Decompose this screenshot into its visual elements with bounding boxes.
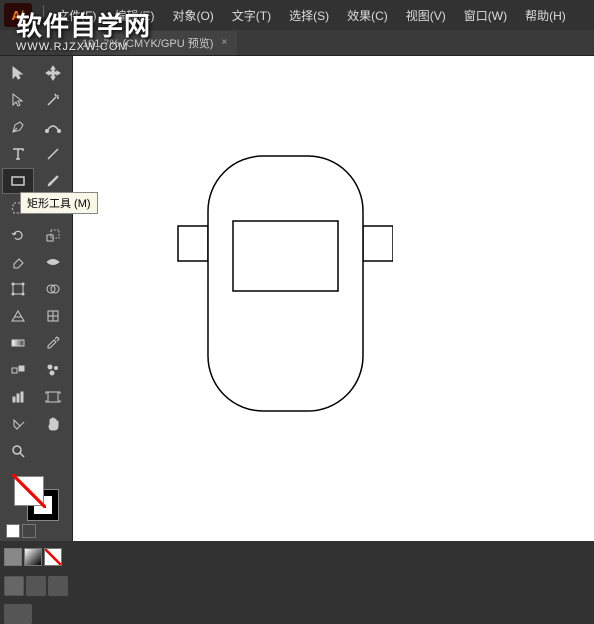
menu-view[interactable]: 视图(V) (398, 3, 454, 28)
tooltip-text: 矩形工具 (M) (27, 198, 91, 210)
curvature-tool[interactable] (37, 114, 69, 140)
menu-object[interactable]: 对象(O) (164, 3, 221, 28)
gradient-tool[interactable] (2, 330, 34, 356)
width-tool[interactable] (37, 249, 69, 275)
screen-mode-icon (4, 604, 32, 624)
tab-label: 101.7% (CMYK/GPU 预览) (82, 35, 213, 51)
zoom-tool[interactable] (2, 438, 34, 464)
app-logo-text: Ai (12, 8, 25, 23)
fill-color[interactable] (14, 476, 44, 506)
hand-tool[interactable] (37, 411, 69, 437)
magic-wand-tool[interactable] (37, 87, 69, 113)
menu-file[interactable]: 文件(F) (49, 3, 104, 28)
draw-behind[interactable] (26, 576, 46, 596)
menu-window[interactable]: 窗口(W) (456, 3, 515, 28)
fill-stroke-swatch[interactable] (14, 476, 58, 520)
draw-normal[interactable] (4, 576, 24, 596)
canvas-artwork (133, 96, 393, 426)
blend-tool[interactable] (2, 357, 34, 383)
tooltip: 矩形工具 (M) (20, 192, 98, 214)
menu-effect[interactable]: 效果(C) (339, 3, 396, 28)
eraser-tool[interactable] (2, 249, 34, 275)
free-transform-tool[interactable] (2, 276, 34, 302)
swap-colors-icon[interactable] (22, 524, 36, 538)
pen-tool[interactable] (2, 114, 34, 140)
rectangle-tool[interactable] (2, 168, 34, 194)
color-mode-none[interactable] (44, 548, 62, 566)
menu-select[interactable]: 选择(S) (281, 3, 337, 28)
line-tool[interactable] (37, 141, 69, 167)
artboard-tool[interactable] (37, 384, 69, 410)
menu-bar: | 文件(F) 编辑(E) 对象(O) 文字(T) 选择(S) 效果(C) 视图… (40, 3, 574, 28)
draw-inside[interactable] (48, 576, 68, 596)
toolbox (0, 56, 72, 541)
move-tool[interactable] (37, 60, 69, 86)
color-section (2, 470, 70, 542)
color-mode-gradient[interactable] (24, 548, 42, 566)
tab-bar: 101.7% (CMYK/GPU 预览) × (0, 30, 594, 56)
screen-mode[interactable] (4, 604, 68, 624)
scale-tool[interactable] (37, 222, 69, 248)
symbol-tool[interactable] (37, 357, 69, 383)
tab-close-icon[interactable]: × (221, 37, 227, 48)
document-tab[interactable]: 101.7% (CMYK/GPU 预览) × (72, 31, 237, 55)
color-mode-solid[interactable] (4, 548, 22, 566)
direct-selection-tool[interactable] (2, 87, 34, 113)
default-colors-icon[interactable] (6, 524, 20, 538)
type-tool[interactable] (2, 141, 34, 167)
brush-tool[interactable] (37, 168, 69, 194)
canvas[interactable] (72, 56, 594, 541)
rotate-tool[interactable] (2, 222, 34, 248)
menu-type[interactable]: 文字(T) (224, 3, 279, 28)
shape-builder-tool[interactable] (37, 276, 69, 302)
menu-edit[interactable]: 编辑(E) (106, 3, 162, 28)
selection-tool[interactable] (2, 60, 34, 86)
draw-modes (4, 576, 68, 596)
graph-tool[interactable] (2, 384, 34, 410)
mesh-tool[interactable] (37, 303, 69, 329)
app-header: Ai | 文件(F) 编辑(E) 对象(O) 文字(T) 选择(S) 效果(C)… (0, 0, 594, 30)
eyedropper-tool[interactable] (37, 330, 69, 356)
color-modes (4, 548, 68, 566)
slice-tool[interactable] (2, 411, 34, 437)
app-logo: Ai (4, 3, 32, 27)
menu-help[interactable]: 帮助(H) (517, 3, 574, 28)
perspective-tool[interactable] (2, 303, 34, 329)
